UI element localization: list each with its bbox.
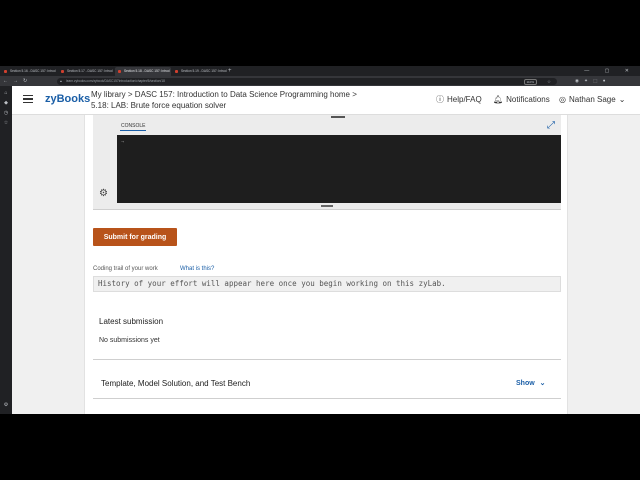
rail-bookmark-icon[interactable]: ◆: [3, 100, 9, 106]
browser-tab-label: Section 5.16 - DASC 157: Introd: [10, 69, 56, 73]
lock-icon: 🔒︎: [60, 78, 62, 83]
what-is-this-link[interactable]: What is this?: [180, 266, 214, 272]
reload-icon[interactable]: ↻: [23, 76, 27, 86]
bookmark-star-icon[interactable]: ☆: [547, 78, 551, 85]
browser-tab[interactable]: Section 5.17 - DASC 157: Introd: [58, 67, 114, 76]
coding-trail-box: History of your effort will appear here …: [93, 276, 561, 292]
latest-submission-status: No submissions yet: [99, 337, 160, 344]
browser-toolbar: ← → ↻ 🔒︎ learn.zybooks.com/zybook/DASC15…: [0, 76, 640, 86]
user-menu[interactable]: ◎ Nathan Sage ⌄: [559, 94, 625, 106]
lab-content-card: CONSOLE ⤢ → ⚙ Submit for grading Coding …: [84, 115, 568, 414]
zoom-level[interactable]: 110%: [523, 79, 537, 85]
divider: [93, 398, 561, 399]
help-faq-button[interactable]: ⓘ Help/FAQ: [436, 94, 482, 106]
zybooks-favicon-icon: [61, 70, 64, 73]
zybooks-logo[interactable]: zyBooks: [45, 92, 90, 106]
browser-tab-label: Section 5.19 - DASC 157: Introd: [181, 69, 227, 73]
console-prompt: →: [121, 139, 125, 145]
console-tab[interactable]: CONSOLE: [120, 123, 147, 131]
coding-trail-label: Coding trail of your work: [93, 266, 158, 272]
new-tab-button[interactable]: +: [228, 66, 232, 76]
browser-tab[interactable]: Section 5.19 - DASC 157: Introd: [172, 67, 228, 76]
address-bar[interactable]: 🔒︎ learn.zybooks.com/zybook/DASC157Intro…: [57, 77, 557, 85]
console-output[interactable]: →: [117, 135, 561, 203]
submit-for-grading-button[interactable]: Submit for grading: [93, 228, 177, 246]
forward-icon[interactable]: →: [13, 76, 18, 86]
zybooks-favicon-icon: [118, 70, 121, 73]
divider: [93, 359, 561, 360]
browser-side-rail: ⌂ ◆ ◷ ☆ ⚙: [0, 86, 12, 414]
back-icon[interactable]: ←: [3, 76, 8, 86]
template-section-title: Template, Model Solution, and Test Bench: [101, 379, 251, 388]
window-controls[interactable]: — ▢ ✕: [584, 66, 636, 76]
ide-resize-handle-top[interactable]: [331, 116, 345, 118]
url-text: learn.zybooks.com/zybook/DASC157Introduc…: [66, 78, 165, 83]
breadcrumb[interactable]: My library > DASC 157: Introduction to D…: [91, 90, 357, 100]
browser-tab-strip: Section 5.16 - DASC 157: Introd Section …: [0, 66, 640, 76]
rail-settings-icon[interactable]: ⚙: [3, 402, 9, 408]
notifications-button[interactable]: 🔔︎ Notifications: [493, 94, 550, 106]
ide-panel: CONSOLE ⤢ → ⚙: [93, 115, 561, 210]
browser-tab-label: Section 5.18 - DASC 157: Introd: [124, 69, 170, 73]
show-toggle-button[interactable]: Show ⌄: [516, 379, 546, 387]
bell-icon: 🔔︎: [493, 95, 504, 104]
show-toggle-label: Show: [516, 380, 535, 387]
user-name: Nathan Sage: [568, 95, 616, 104]
notifications-label: Notifications: [506, 95, 550, 104]
zybooks-favicon-icon: [175, 70, 178, 73]
breadcrumb-current-section: 5.18: LAB: Brute force equation solver: [91, 101, 227, 110]
latest-submission-title: Latest submission: [99, 317, 164, 326]
zybooks-header: zyBooks My library > DASC 157: Introduct…: [12, 86, 640, 115]
gear-icon[interactable]: ⚙: [99, 189, 108, 199]
user-avatar-icon: ◎: [559, 95, 566, 104]
rail-home-icon[interactable]: ⌂: [3, 90, 9, 96]
chevron-down-icon: ⌄: [618, 95, 626, 104]
help-faq-label: Help/FAQ: [447, 95, 482, 104]
browser-tab[interactable]: Section 5.16 - DASC 157: Introd: [1, 67, 57, 76]
zybooks-favicon-icon: [4, 70, 7, 73]
browser-window: Section 5.16 - DASC 157: Introd Section …: [0, 66, 640, 414]
chevron-down-icon: ⌄: [539, 380, 546, 387]
rail-history-icon[interactable]: ◷: [3, 110, 9, 116]
rail-star-icon[interactable]: ☆: [3, 120, 9, 126]
help-icon: ⓘ: [436, 95, 444, 104]
expand-icon[interactable]: ⤢: [547, 121, 557, 131]
menu-icon[interactable]: [23, 95, 33, 104]
browser-tab-label: Section 5.17 - DASC 157: Introd: [67, 69, 113, 73]
ide-resize-handle[interactable]: [321, 205, 333, 207]
extension-icons[interactable]: ◉ ✦ ⬚ ●: [575, 76, 607, 86]
browser-tab-active[interactable]: Section 5.18 - DASC 157: Introd: [115, 67, 171, 76]
